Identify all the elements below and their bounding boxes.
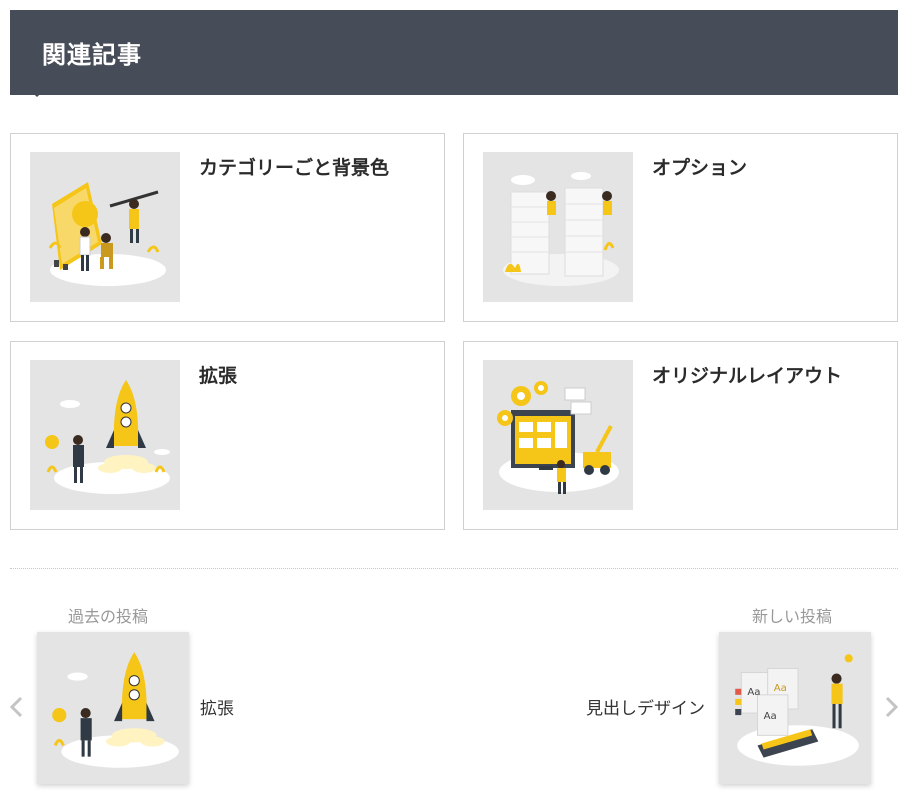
rocket-launch-illustration [52,652,179,768]
next-post-label: 新しい投稿 [752,607,833,626]
chevron-right-icon[interactable] [880,695,902,719]
prev-post-label: 過去の投稿 [68,607,149,626]
header-pointer-arrow [24,85,50,97]
related-posts-header: 関連記事 [10,10,898,95]
related-card-title: オリジナルレイアウト [652,365,843,387]
related-card-category-bg[interactable]: カテゴリーごと背景色 [10,133,445,322]
team-painting-illustration [30,152,180,302]
color-swatch-illustration: Aa Aa Aa [735,654,859,766]
next-post-title[interactable]: 見出しデザイン [586,694,705,719]
section-divider [10,568,898,569]
related-card-original-layout[interactable]: オリジナルレイアウト [463,341,898,530]
people-peeking-walls-illustration [483,152,633,302]
website-construction-illustration [483,360,633,510]
related-card-title: カテゴリーごと背景色 [199,157,390,179]
svg-text:Aa: Aa [774,683,787,694]
svg-text:Aa: Aa [747,687,760,698]
svg-text:Aa: Aa [764,711,777,722]
prev-post-thumbnail[interactable] [37,632,189,784]
related-card-extension[interactable]: 拡張 [10,341,445,530]
next-post-thumbnail[interactable]: Aa Aa Aa [719,632,871,784]
chevron-left-icon[interactable] [6,695,28,719]
related-posts-title: 関連記事 [42,41,142,69]
related-card-title: 拡張 [199,365,238,387]
related-card-title: オプション [652,157,748,179]
rocket-launch-illustration [30,360,180,510]
related-card-options[interactable]: オプション [463,133,898,322]
prev-post-title[interactable]: 拡張 [200,694,234,719]
